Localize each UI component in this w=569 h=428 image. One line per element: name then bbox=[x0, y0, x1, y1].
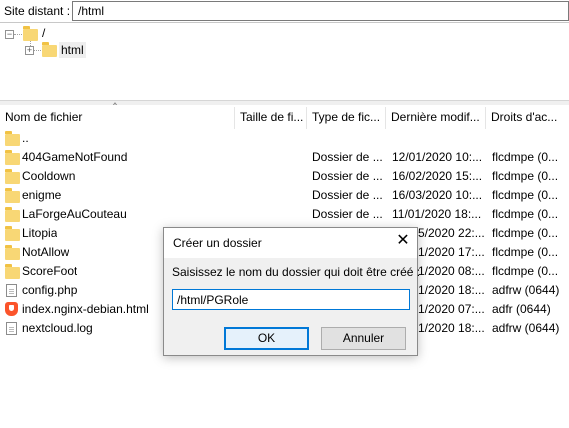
file-type: Dossier de ... bbox=[312, 150, 383, 164]
folder-icon bbox=[5, 150, 20, 165]
file-type: Dossier de ... bbox=[312, 169, 383, 183]
file-permissions: flcdmpe (0... bbox=[492, 169, 559, 183]
file-name: NotAllow bbox=[22, 245, 70, 259]
file-permissions: adfr (0644) bbox=[492, 302, 551, 316]
file-modified: 1/2020 18:... bbox=[418, 283, 485, 297]
file-name: Litopia bbox=[22, 226, 58, 240]
tree-item-html[interactable]: html bbox=[59, 42, 86, 58]
file-type: Dossier de ... bbox=[312, 207, 383, 221]
remote-site-label: Site distant : bbox=[4, 4, 71, 18]
file-permissions: flcdmpe (0... bbox=[492, 245, 559, 259]
file-permissions: flcdmpe (0... bbox=[492, 150, 559, 164]
file-permissions: flcdmpe (0... bbox=[492, 264, 559, 278]
file-name: config.php bbox=[22, 283, 78, 297]
file-permissions: adfrw (0644) bbox=[492, 321, 560, 335]
tree-expand-toggle[interactable]: + bbox=[25, 46, 34, 55]
tree-item-root[interactable]: / bbox=[40, 25, 47, 41]
folder-icon bbox=[5, 131, 20, 146]
tree-connector bbox=[34, 50, 41, 51]
tree-collapse-toggle[interactable]: − bbox=[5, 30, 14, 39]
directory-tree: − / + html bbox=[0, 23, 569, 100]
file-name: index.nginx-debian.html bbox=[22, 302, 149, 316]
file-modified: 1/2020 08:... bbox=[418, 264, 485, 278]
column-header-size[interactable]: Taille de fi... bbox=[235, 105, 306, 129]
dialog-prompt: Saisissez le nom du dossier qui doit êtr… bbox=[172, 265, 421, 279]
file-permissions: flcdmpe (0... bbox=[492, 188, 559, 202]
file-name: .. bbox=[22, 131, 29, 145]
close-icon[interactable]: ✕ bbox=[395, 233, 411, 249]
dialog-title: Créer un dossier bbox=[173, 236, 262, 250]
file-permissions: flcdmpe (0... bbox=[492, 207, 559, 221]
list-item[interactable]: LaForgeAuCouteau Dossier de ... 11/01/20… bbox=[0, 205, 569, 224]
file-modified: 16/02/2020 15:... bbox=[392, 169, 483, 183]
ok-button[interactable]: OK bbox=[224, 327, 309, 350]
folder-icon bbox=[5, 207, 20, 222]
file-icon bbox=[6, 284, 17, 297]
file-modified: 16/03/2020 10:... bbox=[392, 188, 483, 202]
list-item[interactable]: .. bbox=[0, 129, 569, 148]
folder-name-input[interactable] bbox=[172, 289, 410, 310]
folder-icon bbox=[42, 42, 57, 57]
file-modified: 5/2020 22:... bbox=[418, 226, 485, 240]
file-name: ScoreFoot bbox=[22, 264, 78, 278]
file-modified: 1/2020 07:... bbox=[418, 302, 485, 316]
file-modified: 1/2020 17:... bbox=[418, 245, 485, 259]
tree-connector bbox=[14, 34, 22, 35]
column-header-modified[interactable]: Dernière modif... bbox=[386, 105, 485, 129]
folder-icon bbox=[5, 226, 20, 241]
folder-icon bbox=[5, 188, 20, 203]
file-modified: 11/01/2020 18:... bbox=[392, 207, 482, 221]
folder-icon bbox=[5, 245, 20, 260]
list-item[interactable]: enigme Dossier de ... 16/03/2020 10:... … bbox=[0, 186, 569, 205]
file-modified: 12/01/2020 10:... bbox=[392, 150, 483, 164]
list-item[interactable]: 404GameNotFound Dossier de ... 12/01/202… bbox=[0, 148, 569, 167]
file-name: enigme bbox=[22, 188, 62, 202]
file-type: Dossier de ... bbox=[312, 188, 383, 202]
file-name: LaForgeAuCouteau bbox=[22, 207, 127, 221]
brave-browser-icon bbox=[5, 302, 18, 316]
column-header-permissions[interactable]: Droits d'ac... bbox=[486, 105, 569, 129]
dialog-body: Saisissez le nom du dossier qui doit êtr… bbox=[164, 258, 421, 355]
create-folder-dialog: Créer un dossier ✕ Saisissez le nom du d… bbox=[163, 227, 421, 356]
folder-icon bbox=[5, 169, 20, 184]
file-icon bbox=[6, 322, 17, 335]
file-permissions: flcdmpe (0... bbox=[492, 226, 559, 240]
file-list-header: Nom de fichier Taille de fi... Type de f… bbox=[0, 105, 569, 129]
list-item[interactable]: Cooldown Dossier de ... 16/02/2020 15:..… bbox=[0, 167, 569, 186]
remote-path-input[interactable] bbox=[72, 1, 569, 21]
file-modified: 1/2020 18:... bbox=[418, 321, 485, 335]
cancel-button[interactable]: Annuler bbox=[321, 327, 406, 350]
folder-icon bbox=[23, 26, 38, 41]
file-name: nextcloud.log bbox=[22, 321, 93, 335]
file-permissions: adfrw (0644) bbox=[492, 283, 560, 297]
column-header-filename[interactable]: Nom de fichier bbox=[0, 105, 234, 129]
remote-site-bar: Site distant : bbox=[0, 0, 569, 23]
file-name: Cooldown bbox=[22, 169, 76, 183]
column-header-type[interactable]: Type de fic... bbox=[307, 105, 385, 129]
folder-icon bbox=[5, 264, 20, 279]
file-name: 404GameNotFound bbox=[22, 150, 128, 164]
